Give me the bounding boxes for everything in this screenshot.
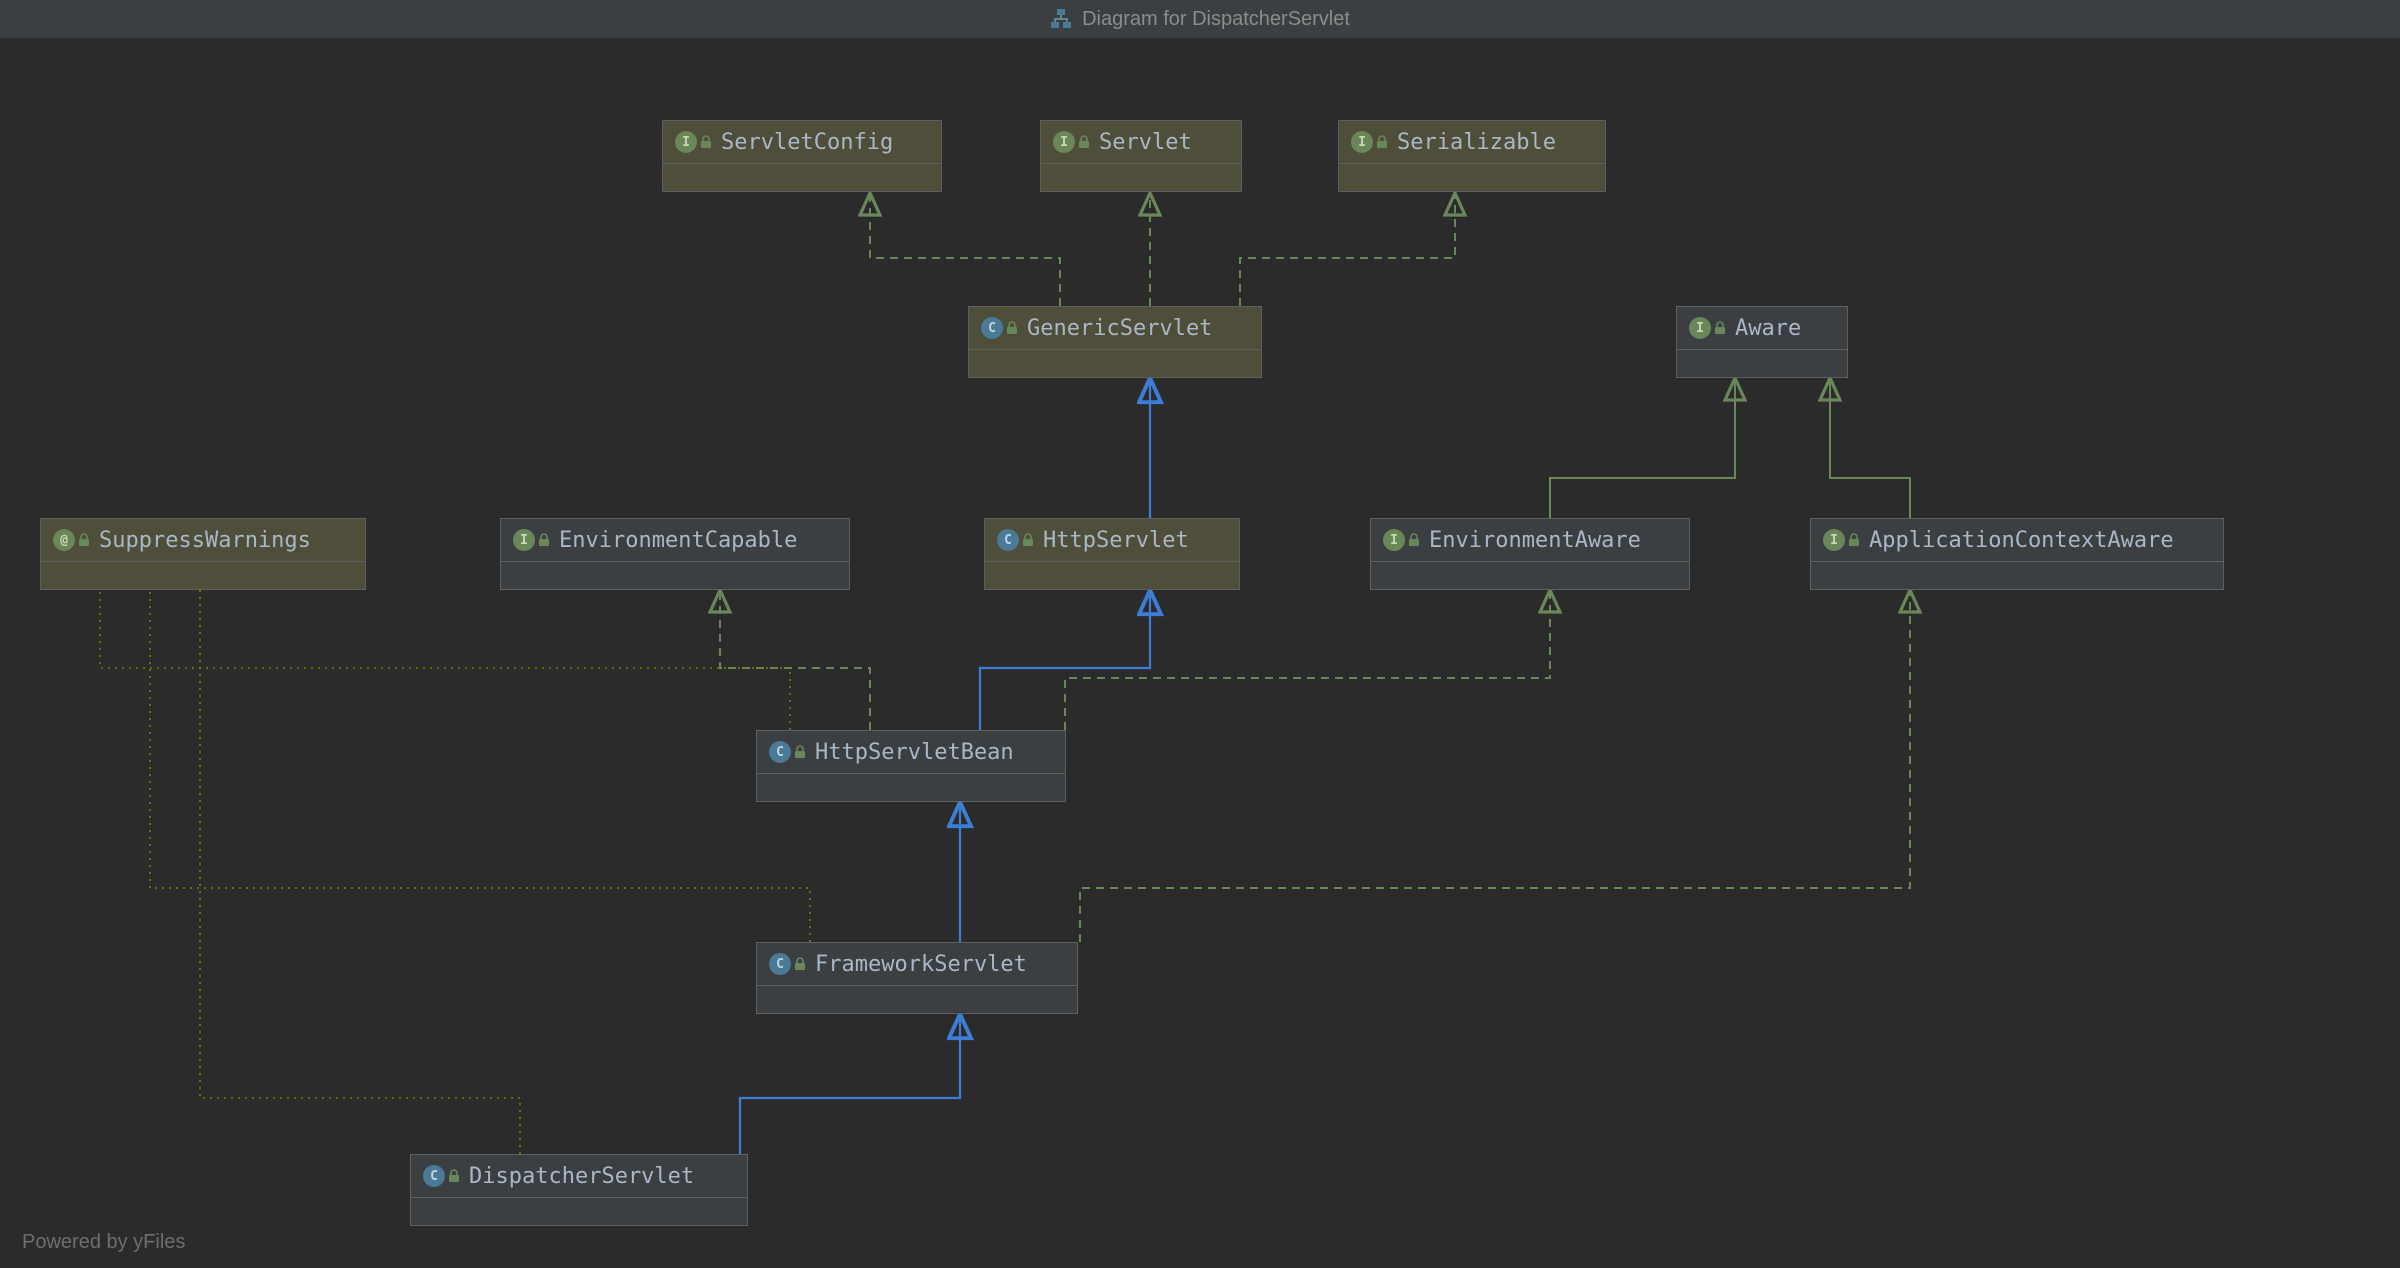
interface-icon: I (1823, 529, 1861, 551)
lock-icon (699, 135, 713, 149)
interface-icon: I (1383, 529, 1421, 551)
node-body (411, 1197, 747, 1225)
node-label: HttpServlet (1043, 528, 1189, 553)
interface-icon: I (675, 131, 713, 153)
node-label: Aware (1735, 316, 1801, 341)
titlebar-text: Diagram for DispatcherServlet (1082, 8, 1350, 31)
interface-icon: I (1351, 131, 1389, 153)
lock-icon (793, 745, 807, 759)
lock-icon (1847, 533, 1861, 547)
node-body (1041, 163, 1241, 191)
node-label: ApplicationContextAware (1869, 528, 2174, 553)
uml-diagram-icon (1050, 8, 1072, 30)
node-http-servlet-bean[interactable]: C HttpServletBean (756, 730, 1066, 802)
node-framework-servlet[interactable]: C FrameworkServlet (756, 942, 1078, 1014)
node-generic-servlet[interactable]: C GenericServlet (968, 306, 1262, 378)
node-label: SuppressWarnings (99, 528, 311, 553)
node-dispatcher-servlet[interactable]: C DispatcherServlet (410, 1154, 748, 1226)
node-label: Serializable (1397, 130, 1556, 155)
node-body (501, 561, 849, 589)
class-icon: C (981, 317, 1019, 339)
node-environment-capable[interactable]: I EnvironmentCapable (500, 518, 850, 590)
node-label: EnvironmentCapable (559, 528, 797, 553)
interface-icon: I (1053, 131, 1091, 153)
lock-icon (793, 957, 807, 971)
class-icon: C (769, 953, 807, 975)
powered-by-footer: Powered by yFiles (22, 1231, 185, 1254)
node-body (757, 773, 1065, 801)
lock-icon (77, 533, 91, 547)
diagram-edges (0, 38, 2400, 1268)
node-servlet[interactable]: I Servlet (1040, 120, 1242, 192)
node-body (757, 985, 1077, 1013)
interface-icon: I (1689, 317, 1727, 339)
node-body (1371, 561, 1689, 589)
interface-icon: I (513, 529, 551, 551)
node-body (1811, 561, 2223, 589)
node-body (985, 561, 1239, 589)
node-application-context-aware[interactable]: I ApplicationContextAware (1810, 518, 2224, 590)
node-label: HttpServletBean (815, 740, 1014, 765)
annotation-icon: @ (53, 529, 91, 551)
node-label: DispatcherServlet (469, 1164, 694, 1189)
node-label: GenericServlet (1027, 316, 1212, 341)
lock-icon (537, 533, 551, 547)
node-body (969, 349, 1261, 377)
lock-icon (1077, 135, 1091, 149)
lock-icon (447, 1169, 461, 1183)
titlebar: Diagram for DispatcherServlet (0, 0, 2400, 38)
node-serializable[interactable]: I Serializable (1338, 120, 1606, 192)
lock-icon (1005, 321, 1019, 335)
node-suppress-warnings[interactable]: @ SuppressWarnings (40, 518, 366, 590)
node-servlet-config[interactable]: I ServletConfig (662, 120, 942, 192)
node-body (1677, 349, 1847, 377)
node-label: EnvironmentAware (1429, 528, 1641, 553)
class-icon: C (423, 1165, 461, 1187)
lock-icon (1021, 533, 1035, 547)
node-label: FrameworkServlet (815, 952, 1027, 977)
node-label: Servlet (1099, 130, 1192, 155)
lock-icon (1713, 321, 1727, 335)
class-icon: C (769, 741, 807, 763)
node-body (663, 163, 941, 191)
node-body (1339, 163, 1605, 191)
lock-icon (1407, 533, 1421, 547)
node-http-servlet[interactable]: C HttpServlet (984, 518, 1240, 590)
node-label: ServletConfig (721, 130, 893, 155)
node-aware[interactable]: I Aware (1676, 306, 1848, 378)
node-environment-aware[interactable]: I EnvironmentAware (1370, 518, 1690, 590)
node-body (41, 561, 365, 589)
class-icon: C (997, 529, 1035, 551)
diagram-canvas[interactable]: I ServletConfig I Servlet I Serializable… (0, 38, 2400, 1268)
lock-icon (1375, 135, 1389, 149)
